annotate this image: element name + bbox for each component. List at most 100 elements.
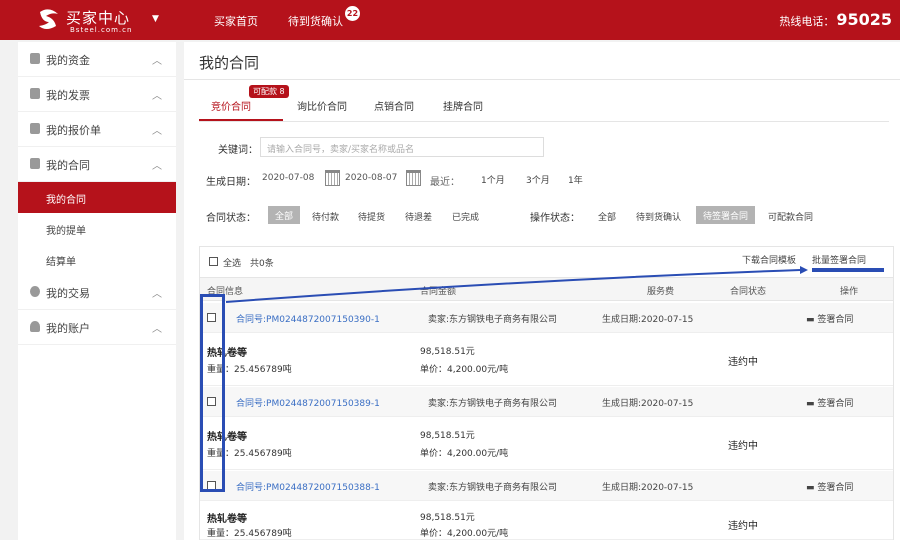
select-all-label[interactable]: 全选 (223, 256, 241, 269)
main-panel: 我的合同 竞价合同 可配款 8 询比价合同 点销合同 挂牌合同 关键词： 请输入… (184, 42, 900, 540)
sign-contract-label: 签署合同 (817, 399, 854, 409)
contract-status-done[interactable]: 已完成 (452, 210, 479, 223)
op-status-arrival[interactable]: 待到货确认 (636, 210, 681, 223)
annotation-underline (812, 268, 884, 272)
notification-badge: 22 (345, 6, 360, 21)
sign-contract-button[interactable]: ▬ 签署合同 (806, 480, 853, 493)
contract-status-refund[interactable]: 待退差 (405, 210, 432, 223)
unit-price: 单价：4,200.00元/吨 (420, 449, 509, 459)
sidebar: 我的资金 ︿ 我的发票 ︿ 我的报价单 ︿ 我的合同 ︿ 我的合同 我的提单 结… (18, 42, 176, 540)
tab-bidding-contract[interactable]: 竞价合同 (211, 98, 251, 113)
contract-number-link[interactable]: 合同号:PM0244872007150388-1 (236, 480, 380, 493)
tab-inquiry-contract[interactable]: 询比价合同 (297, 98, 347, 113)
op-status-label: 操作状态： (530, 213, 580, 224)
keyword-label: 关键词： (218, 145, 258, 156)
contract-number-link[interactable]: 合同号:PM02448720071503​90-1 (236, 312, 380, 325)
tab-spot-contract[interactable]: 点销合同 (374, 98, 414, 113)
contract-tabs: 竞价合同 可配款 8 询比价合同 点销合同 挂牌合同 (199, 85, 889, 122)
tab-listing-contract[interactable]: 挂牌合同 (443, 98, 483, 113)
sidebar-item-account[interactable]: 我的账户 ︿ (18, 310, 176, 345)
op-status-all[interactable]: 全部 (598, 210, 616, 223)
date-to-input[interactable]: 2020-08-07 (343, 169, 401, 189)
brand-name: 买家中心 (66, 9, 131, 27)
sidebar-subitem-bills[interactable]: 我的提单 (18, 213, 176, 244)
chevron-up-icon: ︿ (152, 289, 162, 300)
contract-status-all[interactable]: 全部 (268, 206, 301, 224)
contract-status-unpaid[interactable]: 待付款 (312, 210, 339, 223)
sidebar-subitem-label: 结算单 (46, 257, 76, 268)
trade-icon (30, 286, 40, 297)
op-status-payable[interactable]: 可配款合同 (768, 210, 813, 223)
batch-sign-link[interactable]: 批量签署合同 (812, 253, 866, 266)
chevron-up-icon: ︿ (152, 161, 162, 172)
nav-pending-arrival[interactable]: 待到货确认 (288, 13, 343, 29)
contract-status-pickup[interactable]: 待提货 (358, 210, 385, 223)
amount: 98,518.51元 (420, 347, 475, 357)
caret-down-icon[interactable]: ▼ (152, 14, 159, 24)
op-status-to-sign[interactable]: 待签署合同 (696, 206, 756, 224)
sign-contract-button[interactable]: ▬ 签署合同 (806, 396, 853, 409)
chevron-up-icon: ︿ (152, 56, 162, 67)
date-label: 生成日期： (206, 177, 256, 188)
contract-list: 全选 共0条 下载合同模板 批量签署合同 合同信息 合同金额 服务费 合同状态 … (199, 246, 894, 540)
sidebar-item-label: 我的资金 (46, 54, 90, 67)
seller-name: 卖家:东方钢铁电子商务有限公司 (428, 483, 558, 493)
sidebar-item-trades[interactable]: 我的交易 ︿ (18, 275, 176, 310)
document-icon (30, 158, 40, 169)
hotline-number: 95025 (836, 10, 892, 29)
date-from-input[interactable]: 2020-07-08 (260, 169, 318, 189)
nav-buyer-home[interactable]: 买家首页 (214, 13, 258, 29)
recent-1-year[interactable]: 1年 (568, 173, 583, 186)
table-row: 热轧卷等 重量：25.456789吨 98,518.51元 单价：4,200.0… (200, 334, 893, 386)
recent-3-months[interactable]: 3个月 (526, 173, 550, 186)
col-amount: 合同金额 (420, 287, 457, 297)
list-toolbar: 全选 共0条 下载合同模板 批量签署合同 (200, 247, 893, 275)
sidebar-item-quotes[interactable]: 我的报价单 ︿ (18, 112, 176, 147)
sidebar-subitem-my-contracts[interactable]: 我的合同 (18, 182, 176, 213)
sign-contract-label: 签署合同 (817, 315, 854, 325)
contract-status: 违约中 (728, 357, 758, 368)
calendar-icon[interactable] (406, 170, 421, 186)
chevron-up-icon: ︿ (152, 91, 162, 102)
sidebar-item-invoices[interactable]: 我的发票 ︿ (18, 77, 176, 112)
contract-status-label: 合同状态： (206, 213, 256, 224)
seller-name: 卖家:东方钢铁电子商务有限公司 (428, 315, 558, 325)
sidebar-subitem-label: 我的提单 (46, 226, 86, 237)
created-date: 生成日期:2020-07-15 (602, 399, 694, 409)
sidebar-item-contracts[interactable]: 我的合同 ︿ (18, 147, 176, 182)
top-bar: 买家中心 Bsteel.com.cn ▼ 买家首页 待到货确认 22 热线电话：… (0, 0, 900, 40)
sign-contract-button[interactable]: ▬ 签署合同 (806, 312, 853, 325)
calendar-icon[interactable] (325, 170, 340, 186)
sidebar-item-label: 我的账户 (46, 322, 90, 335)
contract-status: 违约中 (728, 521, 758, 532)
recent-1-month[interactable]: 1个月 (481, 173, 505, 186)
sidebar-subitem-label: 我的合同 (46, 195, 86, 206)
sidebar-item-label: 我的合同 (46, 159, 90, 172)
user-icon (30, 321, 40, 332)
select-all-checkbox[interactable] (209, 257, 218, 266)
table-row: 热轧卷等 重量：25.456789吨 98,518.51元 单价：4,200.0… (200, 418, 893, 470)
keyword-input[interactable]: 请输入合同号，卖家/买家名称或品名 (260, 137, 544, 157)
unit-price: 单价：4,200.00元/吨 (420, 365, 509, 375)
amount: 98,518.51元 (420, 513, 475, 523)
sidebar-item-funds[interactable]: 我的资金 ︿ (18, 42, 176, 77)
contract-status: 违约中 (728, 441, 758, 452)
weight: 重量：25.456789吨 (207, 529, 292, 539)
download-template-link[interactable]: 下载合同模板 (742, 253, 796, 266)
created-date: 生成日期:2020-07-15 (602, 315, 694, 325)
col-actions: 操作 (840, 287, 859, 297)
recent-label: 最近： (430, 177, 460, 188)
sidebar-item-label: 我的报价单 (46, 124, 101, 137)
table-row-header: 合同号:PM0244872007150388-1 卖家:东方钢铁电子商务有限公司… (200, 471, 893, 501)
page-title: 我的合同 (199, 54, 260, 72)
hotline: 热线电话： 95025 (779, 10, 892, 29)
unit-price: 单价：4,200.00元/吨 (420, 529, 509, 539)
contract-number-link[interactable]: 合同号:PM0244872007150389-1 (236, 396, 380, 409)
item-count: 共0条 (250, 259, 274, 269)
logo-mark-icon (39, 9, 58, 29)
brand-logo[interactable]: 买家中心 Bsteel.com.cn (36, 7, 146, 35)
sidebar-subitem-settlement[interactable]: 结算单 (18, 244, 176, 275)
money-bag-icon (30, 53, 40, 64)
sidebar-item-label: 我的交易 (46, 287, 90, 300)
chevron-up-icon: ︿ (152, 324, 162, 335)
